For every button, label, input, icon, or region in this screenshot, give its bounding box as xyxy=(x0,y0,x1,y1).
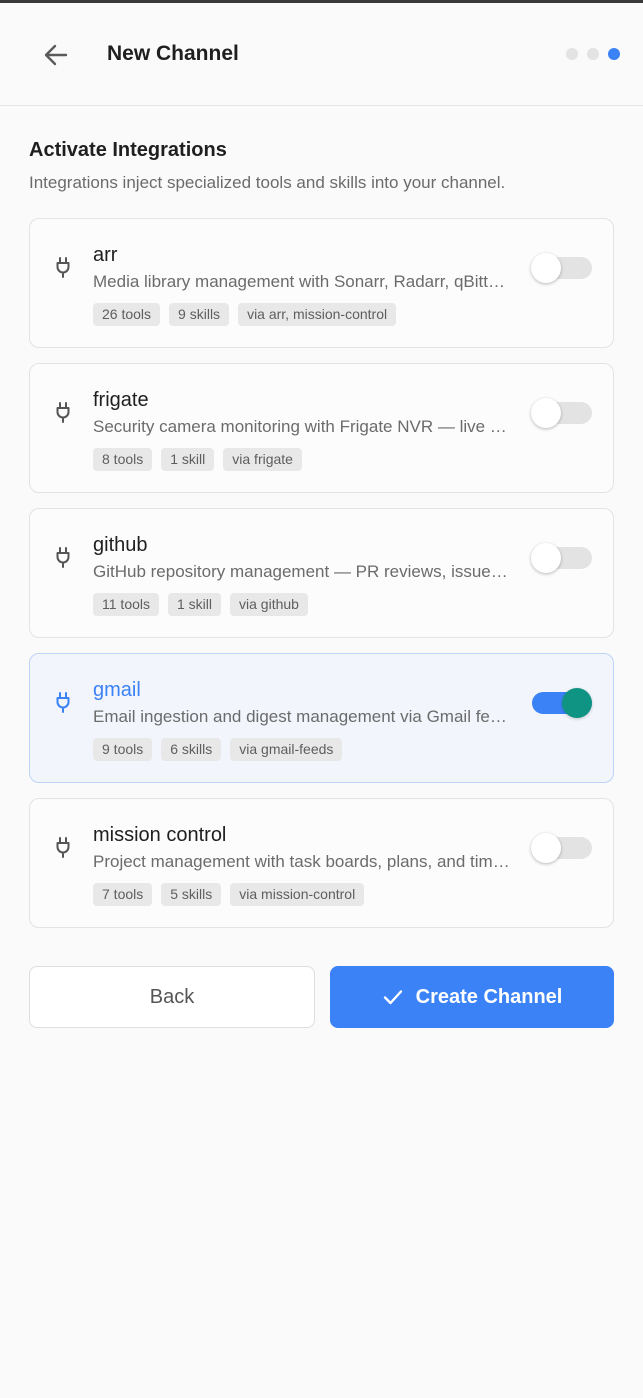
page-header: New Channel xyxy=(0,3,643,106)
integration-toggle-gmail[interactable] xyxy=(532,688,592,718)
tools-count-tag: 9 tools xyxy=(93,738,153,761)
integration-card-arr[interactable]: arr Media library management with Sonarr… xyxy=(29,218,614,348)
skills-count-tag: 5 skills xyxy=(161,883,222,906)
skills-count-tag: 1 skill xyxy=(161,448,215,471)
integration-list: arr Media library management with Sonarr… xyxy=(29,218,614,928)
integration-description: Media library management with Sonarr, Ra… xyxy=(93,272,513,291)
toggle-knob xyxy=(531,833,561,863)
source-tag: via arr, mission-control xyxy=(238,303,397,326)
integration-description: Security camera monitoring with Frigate … xyxy=(93,417,513,436)
integration-name: arr xyxy=(93,244,118,266)
back-button[interactable]: Back xyxy=(29,966,315,1028)
source-tag: via frigate xyxy=(223,448,302,471)
step-dot-1 xyxy=(566,48,578,60)
integration-toggle-frigate[interactable] xyxy=(531,398,592,428)
integration-toggle-mission-control[interactable] xyxy=(531,833,592,863)
check-icon xyxy=(382,986,404,1008)
create-channel-label: Create Channel xyxy=(415,985,563,1008)
section-subtitle: Integrations inject specialized tools an… xyxy=(29,173,506,192)
step-dot-3 xyxy=(608,48,620,60)
toggle-knob xyxy=(531,543,561,573)
toggle-knob xyxy=(531,398,561,428)
page-title: New Channel xyxy=(107,42,239,65)
toggle-knob xyxy=(562,688,592,718)
skills-count-tag: 1 skill xyxy=(168,593,222,616)
integration-card-mission-control[interactable]: mission control Project management with … xyxy=(29,798,614,928)
source-tag: via github xyxy=(230,593,308,616)
integration-tags: 7 tools 5 skills via mission-control xyxy=(93,883,365,906)
integration-card-gmail[interactable]: gmail Email ingestion and digest managem… xyxy=(29,653,614,783)
integration-card-github[interactable]: github GitHub repository management — PR… xyxy=(29,508,614,638)
plug-icon xyxy=(54,546,72,568)
skills-count-tag: 9 skills xyxy=(169,303,230,326)
plug-icon xyxy=(54,836,72,858)
integration-tags: 26 tools 9 skills via arr, mission-contr… xyxy=(93,303,397,326)
integration-name: frigate xyxy=(93,389,149,411)
integration-description: Email ingestion and digest management vi… xyxy=(93,707,513,726)
integration-toggle-arr[interactable] xyxy=(531,253,592,283)
integration-tags: 9 tools 6 skills via gmail-feeds xyxy=(93,738,343,761)
source-tag: via gmail-feeds xyxy=(230,738,343,761)
integration-tags: 11 tools 1 skill via github xyxy=(93,593,308,616)
source-tag: via mission-control xyxy=(230,883,365,906)
step-indicator xyxy=(566,48,620,60)
integration-name: mission control xyxy=(93,824,227,846)
tools-count-tag: 11 tools xyxy=(93,593,159,616)
integration-tags: 8 tools 1 skill via frigate xyxy=(93,448,302,471)
integration-description: GitHub repository management — PR review… xyxy=(93,562,513,581)
plug-icon xyxy=(54,401,72,423)
integration-name: github xyxy=(93,534,148,556)
section-title: Activate Integrations xyxy=(29,139,227,161)
integration-card-frigate[interactable]: frigate Security camera monitoring with … xyxy=(29,363,614,493)
plug-icon xyxy=(54,691,72,713)
back-arrow-icon[interactable] xyxy=(40,39,72,71)
step-dot-2 xyxy=(587,48,599,60)
integration-name: gmail xyxy=(93,679,141,701)
integration-toggle-github[interactable] xyxy=(531,543,592,573)
create-channel-button[interactable]: Create Channel xyxy=(330,966,614,1028)
action-bar: Back Create Channel xyxy=(29,966,614,1028)
tools-count-tag: 8 tools xyxy=(93,448,153,471)
skills-count-tag: 6 skills xyxy=(161,738,222,761)
main-content: Activate Integrations Integrations injec… xyxy=(29,105,614,943)
tools-count-tag: 7 tools xyxy=(93,883,153,906)
plug-icon xyxy=(54,256,72,278)
tools-count-tag: 26 tools xyxy=(93,303,161,326)
toggle-knob xyxy=(531,253,561,283)
integration-description: Project management with task boards, pla… xyxy=(93,852,513,871)
